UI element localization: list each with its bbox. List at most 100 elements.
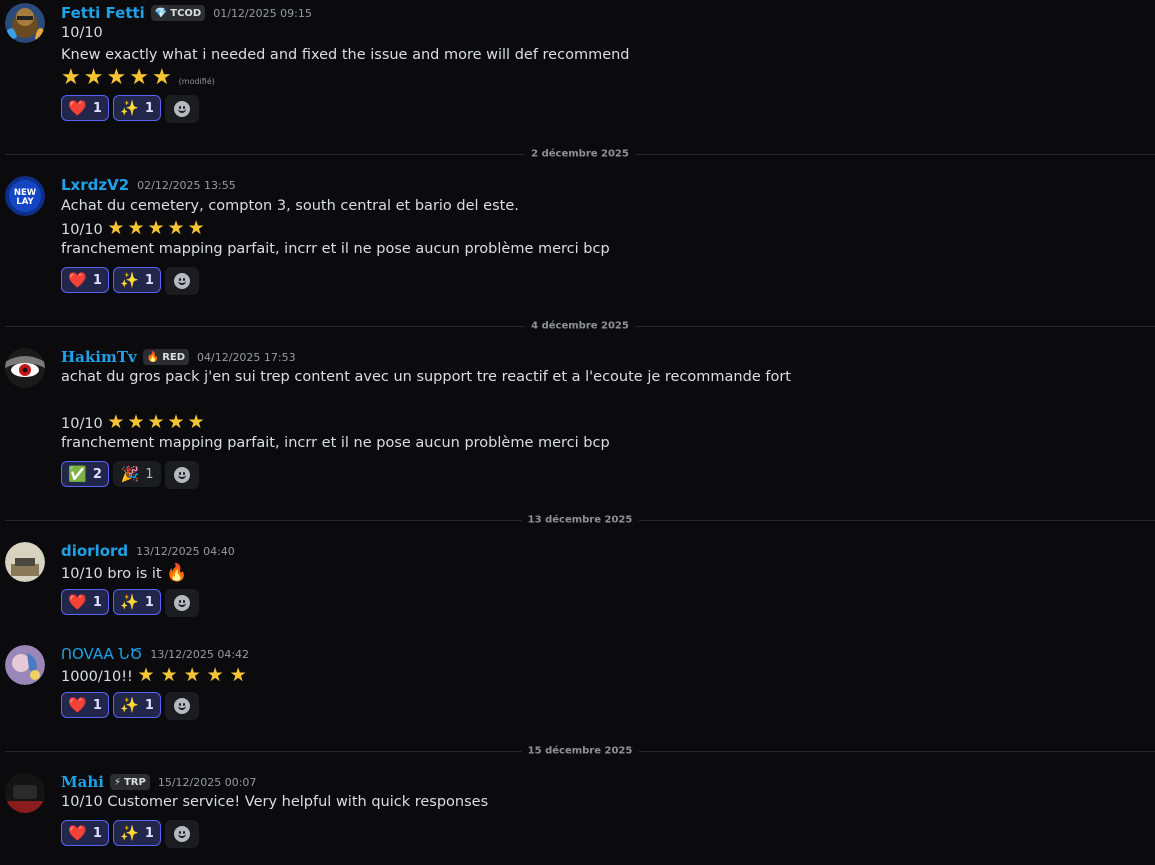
rating-line: 10/10 ★ ★ ★ ★ ★ bbox=[61, 219, 208, 239]
username[interactable]: Mahi bbox=[61, 773, 104, 791]
avatar[interactable] bbox=[5, 348, 45, 388]
message-text: franchement mapping parfait, incrr et il… bbox=[61, 241, 610, 257]
star-icon: ★ bbox=[147, 217, 165, 239]
heart-icon: ❤️ bbox=[68, 98, 87, 117]
smiley-face-icon bbox=[174, 826, 190, 842]
reaction-sparkles[interactable]: ✨ 1 bbox=[113, 589, 161, 615]
reaction-count: 2 bbox=[92, 466, 102, 482]
reaction-count: 1 bbox=[92, 697, 102, 713]
timestamp: 15/12/2025 00:07 bbox=[157, 775, 257, 789]
rating-text: 10/10 bbox=[61, 416, 103, 432]
star-icon: ★ bbox=[167, 411, 185, 433]
reaction-count: 1 bbox=[144, 825, 154, 841]
rating-line: 10/10 ★ ★ ★ ★ ★ bbox=[61, 413, 208, 433]
reaction-sparkles[interactable]: ✨ 1 bbox=[113, 95, 161, 121]
username[interactable]: ՈOVAA ՆԾ bbox=[61, 645, 142, 663]
star-icon: ★ bbox=[183, 664, 201, 686]
avatar[interactable] bbox=[5, 3, 45, 43]
star-icon: ★ bbox=[137, 664, 155, 686]
sparkles-icon: ✨ bbox=[120, 695, 139, 714]
star-rating: ★ ★ ★ ★ ★ bbox=[107, 413, 207, 432]
server-tag[interactable]: 💎 TCOD bbox=[150, 5, 206, 21]
reaction-count: 1 bbox=[144, 594, 154, 610]
date-divider: 15 décembre 2025 bbox=[5, 745, 1155, 757]
reaction-heart[interactable]: ❤️ 1 bbox=[61, 589, 109, 615]
reaction-sparkles[interactable]: ✨ 1 bbox=[113, 692, 161, 718]
avatar[interactable] bbox=[5, 542, 45, 582]
reaction-bar: ❤️ 1 ✨ 1 bbox=[61, 267, 199, 295]
reaction-bar: ❤️ 1 ✨ 1 bbox=[61, 692, 199, 720]
star-icon: ★ bbox=[127, 217, 145, 239]
username[interactable]: Fetti Fetti bbox=[61, 4, 145, 22]
fire-icon: 🔥 bbox=[166, 563, 188, 583]
reaction-count: 1 bbox=[92, 100, 102, 116]
reaction-count: 1 bbox=[92, 594, 102, 610]
timestamp: 04/12/2025 17:53 bbox=[197, 350, 296, 364]
reaction-sparkles[interactable]: ✨ 1 bbox=[113, 820, 161, 846]
star-icon: ★ bbox=[107, 411, 125, 433]
fire-icon: 🔥 bbox=[146, 351, 160, 363]
timestamp: 01/12/2025 09:15 bbox=[213, 6, 312, 20]
message-text: 10/10 bro is it 🔥 bbox=[61, 563, 187, 583]
star-icon: ★ bbox=[187, 411, 205, 433]
sparkles-icon: ✨ bbox=[120, 823, 139, 842]
date-divider-label: 2 décembre 2025 bbox=[525, 148, 635, 160]
avatar[interactable] bbox=[5, 645, 45, 685]
reaction-sparkles[interactable]: ✨ 1 bbox=[113, 267, 161, 293]
timestamp: 02/12/2025 13:55 bbox=[137, 178, 236, 192]
date-divider-label: 15 décembre 2025 bbox=[521, 745, 639, 757]
add-reaction-button[interactable] bbox=[165, 820, 199, 848]
avatar[interactable]: NEW LAY bbox=[5, 176, 45, 216]
smiley-face-icon bbox=[174, 595, 190, 611]
server-tag[interactable]: ⚡ TRP bbox=[109, 774, 150, 790]
add-reaction-button[interactable] bbox=[165, 95, 199, 123]
smiley-face-icon bbox=[174, 101, 190, 117]
message-text: 10/10 bbox=[61, 25, 103, 41]
svg-text:LAY: LAY bbox=[16, 197, 34, 207]
rating-line: 1000/10!! ★ ★ ★ ★ ★ bbox=[61, 664, 253, 686]
date-divider-label: 13 décembre 2025 bbox=[521, 514, 639, 526]
add-reaction-button[interactable] bbox=[165, 461, 199, 489]
tag-text: TCOD bbox=[170, 7, 202, 19]
server-tag[interactable]: 🔥 RED bbox=[142, 349, 190, 365]
avatar[interactable] bbox=[5, 773, 45, 813]
heart-icon: ❤️ bbox=[68, 270, 87, 289]
add-reaction-button[interactable] bbox=[165, 267, 199, 295]
star-icon: ★ bbox=[187, 217, 205, 239]
username[interactable]: HakimTv bbox=[61, 348, 137, 366]
add-reaction-button[interactable] bbox=[165, 589, 199, 617]
reaction-heart[interactable]: ❤️ 1 bbox=[61, 692, 109, 718]
star-icon: ★ bbox=[151, 65, 172, 90]
star-icon: ★ bbox=[61, 65, 81, 90]
star-icon: ★ bbox=[107, 217, 125, 239]
username[interactable]: LxrdzV2 bbox=[61, 176, 129, 194]
date-divider-label: 4 décembre 2025 bbox=[525, 320, 635, 332]
reaction-party[interactable]: 🎉 1 bbox=[113, 461, 161, 487]
reaction-bar: ❤️ 1 ✨ 1 bbox=[61, 95, 199, 123]
add-reaction-button[interactable] bbox=[165, 692, 199, 720]
smiley-face-icon bbox=[174, 273, 190, 289]
star-rating: ★ ★ ★ ★ ★ bbox=[107, 219, 207, 238]
star-icon: ★ bbox=[229, 664, 247, 686]
username[interactable]: diorlord bbox=[61, 542, 128, 560]
message-text: Knew exactly what i needed and fixed the… bbox=[61, 47, 630, 63]
star-rating: ★ ★ ★ ★ ★ (modifié) bbox=[61, 67, 215, 89]
reaction-check[interactable]: ✅ 2 bbox=[61, 461, 109, 487]
heart-icon: ❤️ bbox=[68, 592, 87, 611]
star-icon: ★ bbox=[127, 411, 145, 433]
date-divider: 2 décembre 2025 bbox=[5, 148, 1155, 160]
star-icon: ★ bbox=[167, 217, 185, 239]
reaction-heart[interactable]: ❤️ 1 bbox=[61, 267, 109, 293]
party-popper-icon: 🎉 bbox=[120, 464, 140, 483]
star-icon: ★ bbox=[206, 664, 224, 686]
reaction-heart[interactable]: ❤️ 1 bbox=[61, 95, 109, 121]
edited-label: (modifié) bbox=[178, 77, 215, 86]
message-body: 10/10 bro is it bbox=[61, 566, 162, 582]
message-text: 10/10 Customer service! Very helpful wit… bbox=[61, 794, 489, 810]
message-text: achat du gros pack j'en sui trep content… bbox=[61, 369, 791, 385]
reaction-heart[interactable]: ❤️ 1 bbox=[61, 820, 109, 846]
reaction-count: 1 bbox=[144, 100, 154, 116]
star-icon: ★ bbox=[147, 411, 165, 433]
check-icon: ✅ bbox=[68, 464, 87, 483]
timestamp: 13/12/2025 04:40 bbox=[136, 544, 235, 558]
